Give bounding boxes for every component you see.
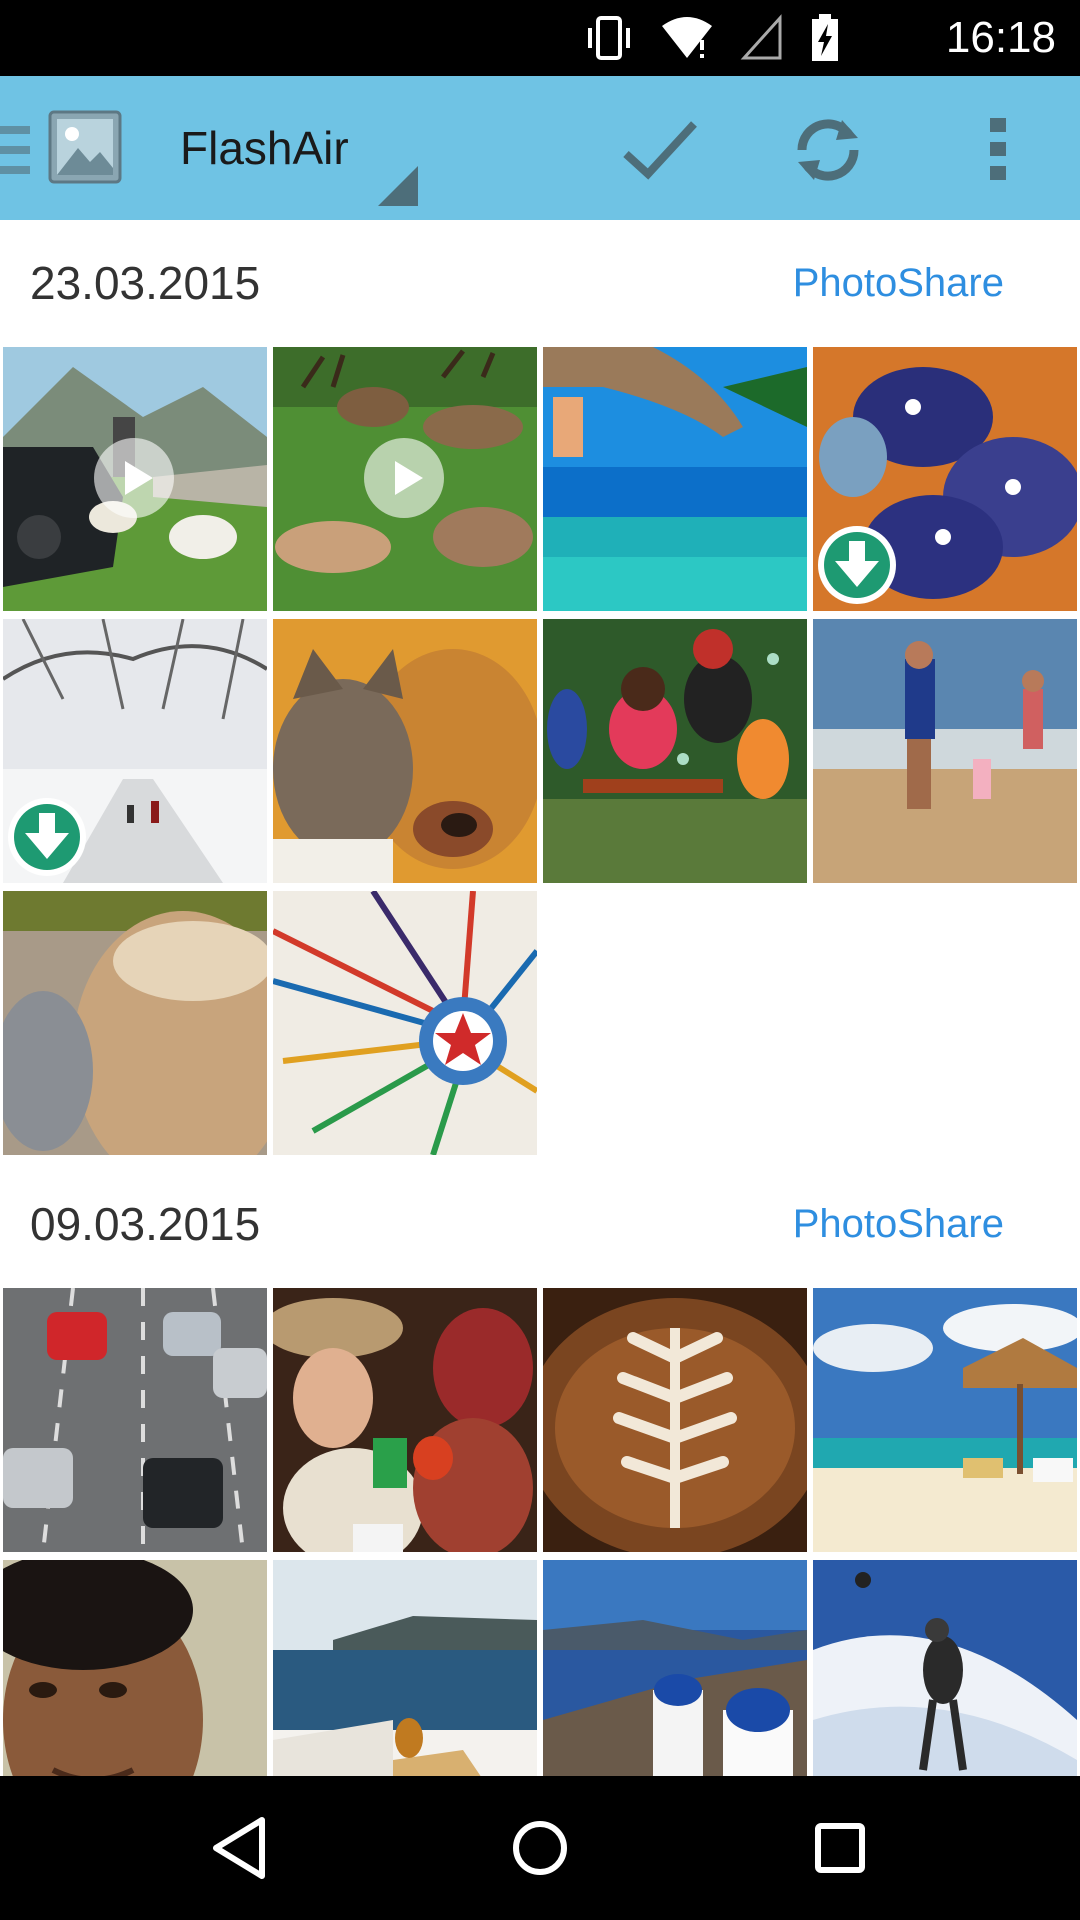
gallery-icon[interactable] bbox=[48, 110, 122, 184]
status-bar: 16:18 bbox=[0, 0, 1080, 76]
recents-icon[interactable] bbox=[800, 1808, 880, 1888]
photo-thumbnail[interactable] bbox=[813, 619, 1077, 883]
overflow-menu-icon[interactable] bbox=[958, 110, 1038, 190]
account-spinner-title[interactable]: FlashAir bbox=[180, 120, 349, 176]
photo-thumbnail[interactable] bbox=[813, 1288, 1077, 1552]
photo-thumbnail[interactable] bbox=[273, 891, 537, 1155]
home-icon[interactable] bbox=[500, 1808, 580, 1888]
section-header: 09.03.2015 PhotoShare bbox=[0, 1184, 1080, 1264]
photo-thumbnail[interactable] bbox=[273, 1288, 537, 1552]
wifi-icon bbox=[662, 17, 712, 58]
photoshare-link[interactable]: PhotoShare bbox=[793, 243, 1004, 323]
photoshare-link[interactable]: PhotoShare bbox=[793, 1184, 1004, 1264]
section-date: 23.03.2015 bbox=[30, 257, 261, 309]
dropdown-triangle-icon[interactable] bbox=[378, 166, 418, 206]
photo-thumbnail[interactable] bbox=[273, 347, 537, 611]
section-header: 23.03.2015 PhotoShare bbox=[0, 243, 1080, 323]
photo-thumbnail[interactable] bbox=[3, 1288, 267, 1552]
navigation-bar bbox=[0, 1776, 1080, 1920]
vibrate-icon bbox=[588, 16, 630, 60]
download-badge-icon[interactable] bbox=[5, 795, 89, 879]
photo-thumbnail[interactable] bbox=[543, 1288, 807, 1552]
play-badge-icon bbox=[364, 438, 444, 518]
status-icons bbox=[584, 14, 840, 62]
back-icon[interactable] bbox=[200, 1808, 280, 1888]
section-date: 09.03.2015 bbox=[30, 1198, 261, 1250]
refresh-icon[interactable] bbox=[788, 110, 868, 190]
photo-thumbnail[interactable] bbox=[273, 619, 537, 883]
play-badge-icon bbox=[94, 438, 174, 518]
photo-thumbnail[interactable] bbox=[813, 347, 1077, 611]
cell-signal-icon bbox=[740, 14, 782, 60]
app-bar: FlashAir bbox=[0, 76, 1080, 220]
select-check-icon[interactable] bbox=[620, 110, 700, 190]
photo-thumbnail[interactable] bbox=[3, 347, 267, 611]
drawer-menu-icon[interactable] bbox=[0, 126, 30, 174]
photo-thumbnail[interactable] bbox=[543, 619, 807, 883]
clock: 16:18 bbox=[945, 13, 1056, 62]
photo-thumbnail[interactable] bbox=[3, 619, 267, 883]
photo-thumbnail[interactable] bbox=[3, 891, 267, 1155]
battery-charging-icon bbox=[812, 14, 838, 61]
download-badge-icon[interactable] bbox=[815, 523, 899, 607]
photo-thumbnail[interactable] bbox=[543, 347, 807, 611]
